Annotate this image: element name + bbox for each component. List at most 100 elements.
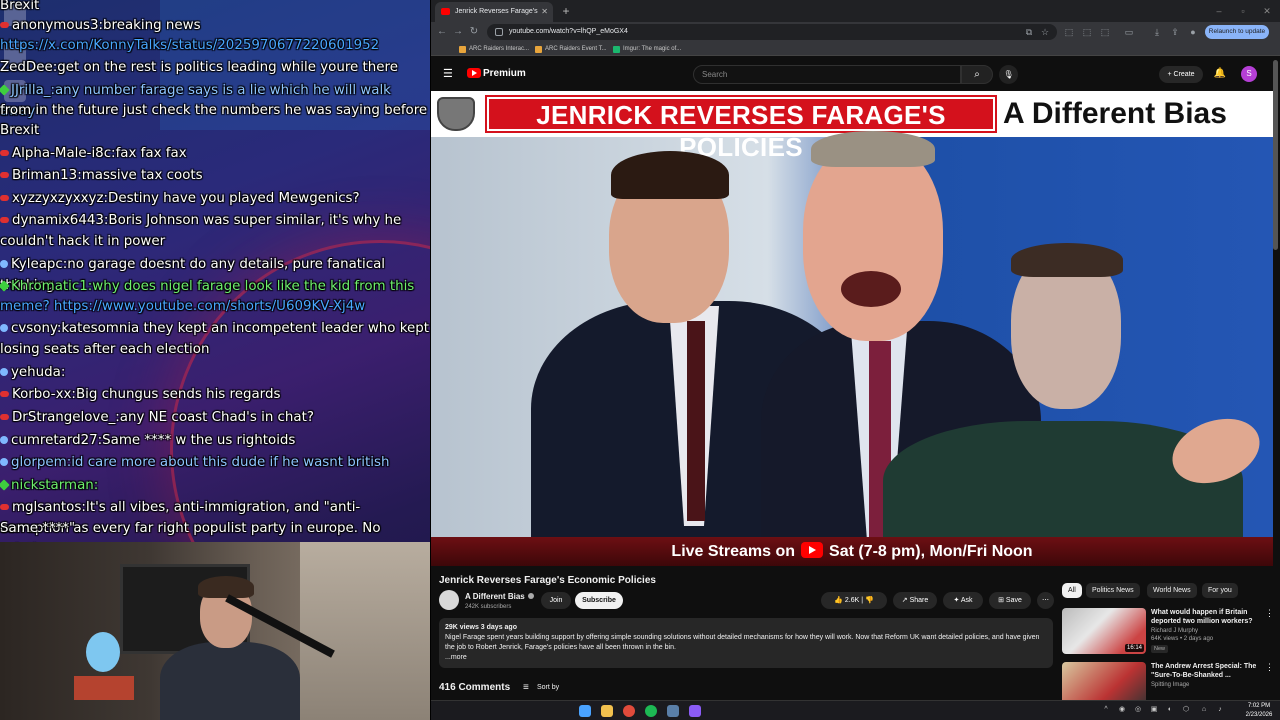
youtube-premium-label[interactable]: Premium [483, 67, 526, 81]
chat-message: https://x.com/KonnyTalks/status/20259706… [0, 36, 430, 57]
account-avatar[interactable]: S [1241, 66, 1257, 82]
address-bar[interactable]: youtube.com/watch?v=lhQP_eMoGX4 [487, 24, 1057, 40]
recommendation-thumbnail[interactable] [1062, 662, 1146, 700]
recommendation-channel[interactable]: Richard J Murphy [1151, 627, 1198, 635]
chat-link[interactable]: meme? https://www.youtube.com/shorts/U60… [0, 299, 365, 314]
chrome-icon[interactable] [623, 705, 635, 717]
create-button[interactable]: + Create [1159, 66, 1203, 83]
recommendation-item[interactable]: 16:14 What would happen if Britain depor… [1062, 608, 1274, 654]
downloads-icon[interactable]: ⤓ [1151, 26, 1163, 38]
page-scrollbar[interactable] [1273, 60, 1278, 250]
bookmark-favicon-icon [535, 46, 542, 53]
extension-icon[interactable]: ⬚ [1063, 26, 1075, 38]
app-icon[interactable] [689, 705, 701, 717]
bookmark-star-icon[interactable]: ☆ [1039, 26, 1051, 38]
voice-search-icon[interactable]: 🎙 [999, 65, 1018, 84]
recommendation-item[interactable]: The Andrew Arrest Special: The "Sure-To-… [1062, 662, 1274, 700]
video-title: Jenrick Reverses Farage's Economic Polic… [439, 575, 656, 586]
recommendation-title[interactable]: The Andrew Arrest Special: The "Sure-To-… [1151, 662, 1259, 680]
bookmark-item[interactable]: ARC Raiders Interac... [459, 42, 529, 56]
chip-world-news[interactable]: World News [1147, 583, 1197, 598]
chat-message: xyzzyxzyxxyz:Destiny have you played Mew… [0, 189, 430, 210]
minimize-icon[interactable]: – [1207, 0, 1231, 22]
recommendations-sidebar: All Politics News World News For you 16:… [1056, 566, 1274, 700]
ask-label: Ask [960, 597, 973, 604]
profile-icon[interactable]: ● [1187, 26, 1199, 38]
channel-name[interactable]: A Different Bias [465, 592, 534, 602]
chip-politics-news[interactable]: Politics News [1086, 583, 1140, 598]
more-actions-icon[interactable]: ⋯ [1037, 592, 1054, 609]
dislike-icon[interactable]: | 👎 [861, 597, 873, 604]
new-tab-button[interactable]: + [557, 2, 575, 20]
chat-link[interactable]: https://x.com/KonnyTalks/status/20259706… [0, 38, 379, 53]
video-person-hair [811, 131, 935, 167]
recommendation-channel[interactable]: Spitting Image [1151, 681, 1189, 689]
steam-icon[interactable] [667, 705, 679, 717]
chat-message: ZedDee:get on the rest is politics leadi… [0, 58, 430, 79]
save-button[interactable]: ⊞ Save [989, 592, 1031, 609]
chat-text: Brexit [0, 123, 40, 138]
bookmark-item[interactable]: Imgur: The magic of... [613, 42, 681, 56]
search-icon[interactable]: ⌕ [961, 65, 993, 84]
recommendation-title[interactable]: What would happen if Britain deported tw… [1151, 608, 1259, 626]
windows-taskbar: ^ ◉ ◎ ▣ ◐ ⬡ ⌂ ♪ 7:02 PM 2/23/2026 [431, 700, 1280, 720]
recommendation-thumbnail[interactable]: 16:14 [1062, 608, 1146, 654]
ask-button[interactable]: ✦ Ask [943, 592, 983, 609]
bookmark-favicon-icon [613, 46, 620, 53]
join-button[interactable]: Join [541, 592, 571, 609]
more-options-icon[interactable]: ⋮ [1265, 608, 1274, 618]
chat-text: Alpha-Male-i8c:fax fax fax [12, 146, 187, 161]
channel-avatar[interactable] [439, 590, 459, 610]
search-input[interactable]: Search [693, 65, 961, 84]
share-icon[interactable]: ⇪ [1169, 26, 1181, 38]
share-label: Share [909, 597, 929, 604]
subscribe-button[interactable]: Subscribe [575, 592, 623, 609]
forward-icon[interactable]: → [451, 24, 465, 40]
footer-pre-label: Live Streams on [671, 543, 796, 560]
chat-text: yehuda: [11, 365, 66, 380]
tab-close-icon[interactable]: ✕ [541, 2, 548, 22]
youtube-logo-icon[interactable] [467, 68, 481, 78]
extension-icon[interactable]: ⬚ [1081, 26, 1093, 38]
back-icon[interactable]: ← [435, 24, 449, 40]
video-player[interactable]: JENRICK REVERSES FARAGE'S POLICIES A Dif… [431, 91, 1273, 566]
start-icon[interactable] [579, 705, 591, 717]
install-icon[interactable]: ⧉ [1023, 26, 1035, 38]
site-info-icon[interactable] [495, 28, 503, 36]
chip-all[interactable]: All [1062, 583, 1082, 598]
spotify-icon[interactable] [645, 705, 657, 717]
chat-message-cont: from in the future just check the number… [0, 101, 430, 122]
reload-icon[interactable]: ↻ [467, 24, 481, 40]
tray-app-icon[interactable]: ◉ [1117, 705, 1127, 715]
bookmark-item[interactable]: ARC Raiders Event T... [535, 42, 607, 56]
system-clock[interactable]: 7:02 PM 2/23/2026 [1241, 702, 1277, 720]
file-explorer-icon[interactable] [601, 705, 613, 717]
more-options-icon[interactable]: ⋮ [1265, 662, 1274, 672]
side-panel-icon[interactable]: ▭ [1123, 26, 1135, 38]
volume-icon[interactable]: ♪ [1215, 705, 1225, 715]
tray-app-icon[interactable]: ◐ [1165, 705, 1175, 715]
extension-icon[interactable]: ⬚ [1099, 26, 1111, 38]
tray-chevron-icon[interactable]: ^ [1101, 705, 1111, 715]
tray-app-icon[interactable]: ▣ [1149, 705, 1159, 715]
like-button[interactable]: 👍 2.6K [834, 597, 859, 604]
tray-app-icon[interactable]: ◎ [1133, 705, 1143, 715]
share-button[interactable]: ↗ Share [893, 592, 937, 609]
tab-youtube[interactable]: Jenrick Reverses Farage's Econo ✕ [435, 2, 553, 35]
description-box[interactable]: 29K views 3 days ago Nigel Farage spent … [439, 618, 1053, 668]
video-metadata: Jenrick Reverses Farage's Economic Polic… [431, 566, 1056, 700]
streamer-hair [198, 576, 254, 598]
notifications-bell-icon[interactable]: 🔔 [1213, 67, 1227, 81]
chat-message: yehuda: [0, 363, 430, 384]
sort-comments-button[interactable]: Sort by [523, 682, 559, 694]
menu-icon[interactable]: ☰ [443, 68, 455, 80]
chat-message: Brexit [0, 0, 430, 17]
close-window-icon[interactable]: ✕ [1255, 0, 1279, 22]
tray-app-icon[interactable]: ⬡ [1181, 705, 1191, 715]
show-more-link[interactable]: ...more [445, 653, 1047, 663]
maximize-icon[interactable]: ▫ [1231, 0, 1255, 22]
network-icon[interactable]: ⌂ [1199, 705, 1209, 715]
chip-for-you[interactable]: For you [1202, 583, 1238, 598]
relaunch-button[interactable]: Relaunch to update [1205, 25, 1269, 39]
chat-text: cvsony:katesomnia they kept an incompete… [11, 321, 429, 336]
